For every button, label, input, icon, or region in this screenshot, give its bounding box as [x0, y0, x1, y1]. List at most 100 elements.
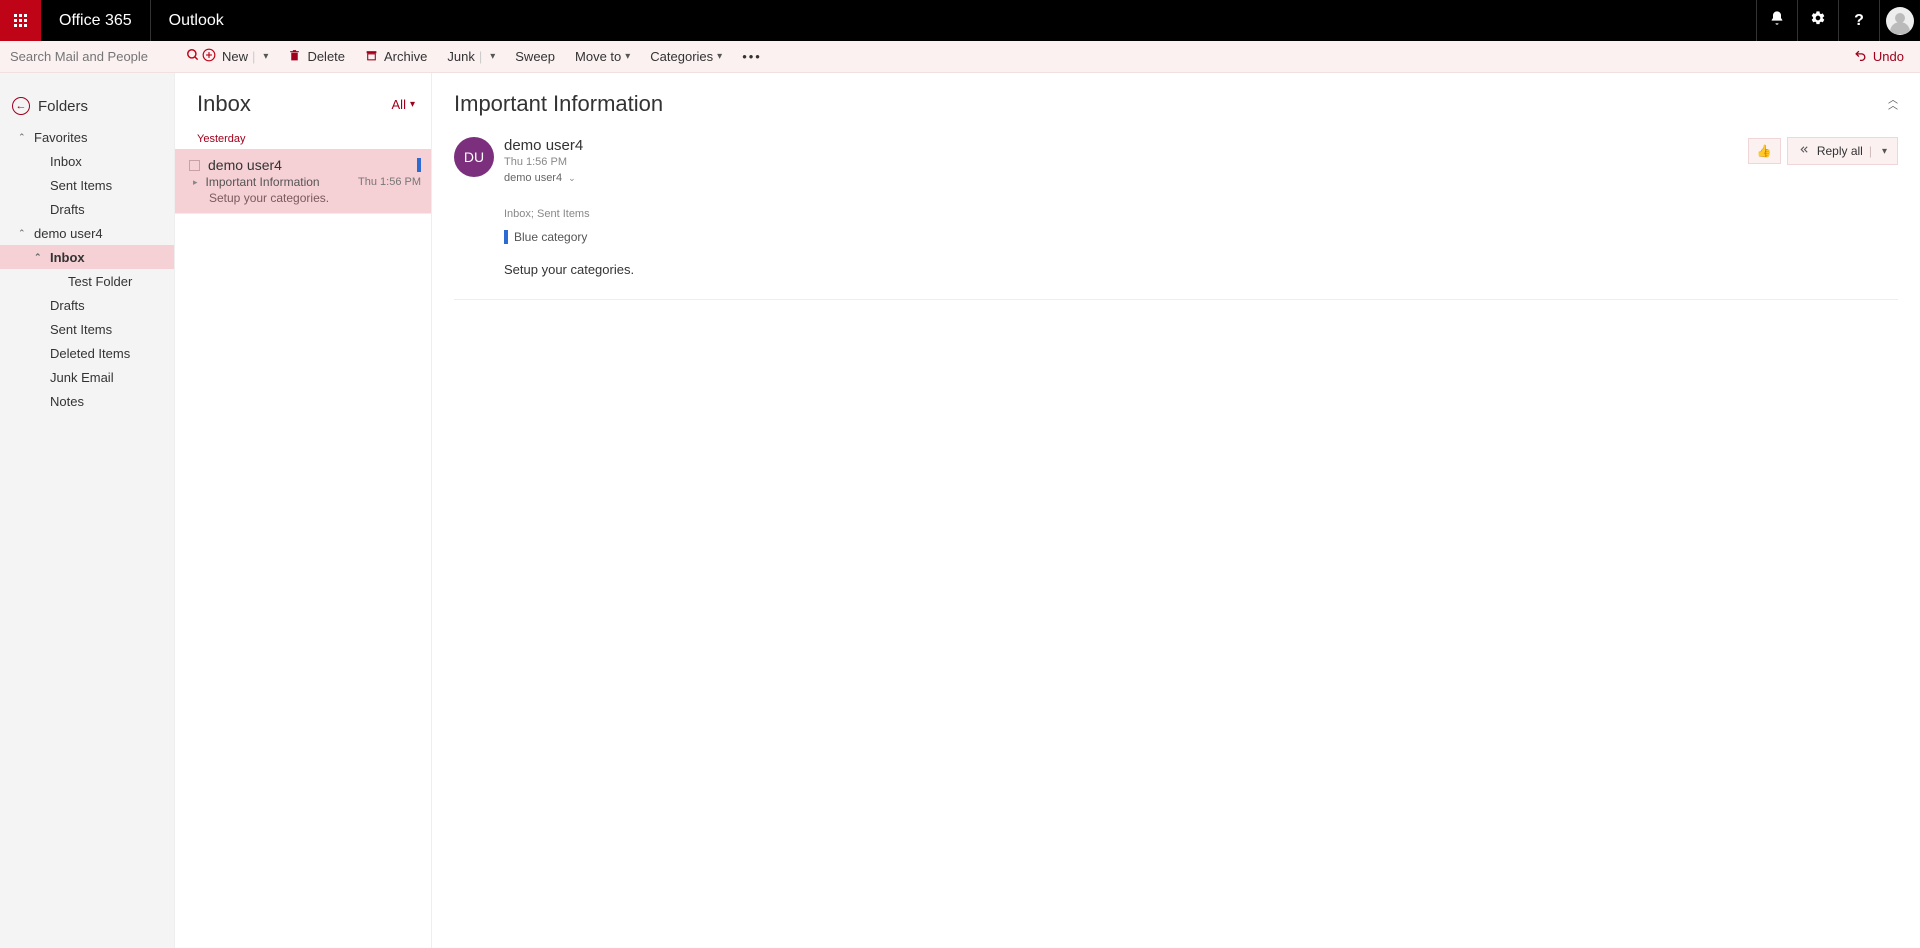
sender-time: Thu 1:56 PM	[504, 156, 1748, 168]
message-body: Setup your categories.	[504, 262, 1898, 277]
sender-name: demo user4	[504, 137, 1748, 154]
delete-button[interactable]: Delete	[278, 41, 355, 72]
waffle-icon	[14, 14, 27, 27]
main-area: ← Folders ⌃ Favorites Inbox Sent Items D…	[0, 73, 1920, 948]
help-icon: ?	[1854, 12, 1864, 30]
deleted-node[interactable]: Deleted Items	[0, 341, 174, 365]
folders-label: Folders	[38, 98, 88, 115]
drafts-node[interactable]: Drafts	[0, 293, 174, 317]
reply-all-icon	[1798, 143, 1811, 159]
recipient-name: demo user4	[504, 172, 562, 184]
app-launcher-button[interactable]	[0, 0, 41, 41]
junk-node[interactable]: Junk Email	[0, 365, 174, 389]
trash-icon	[288, 49, 301, 65]
categories-label: Categories	[650, 49, 713, 64]
back-icon: ←	[12, 97, 30, 115]
chevron-down-icon: ▾	[410, 99, 415, 110]
message-subject: Important Information	[206, 175, 358, 189]
top-bar: Office 365 Outlook ?	[0, 0, 1920, 41]
divider	[454, 299, 1898, 300]
sent-node[interactable]: Sent Items	[0, 317, 174, 341]
chevron-up-icon: ⌃	[18, 228, 30, 239]
thumbs-up-icon: 👍	[1757, 144, 1772, 158]
inbox-node[interactable]: ⌃ Inbox	[0, 245, 174, 269]
undo-button[interactable]: Undo	[1838, 49, 1920, 65]
bell-icon	[1769, 10, 1785, 31]
help-button[interactable]: ?	[1838, 0, 1879, 41]
date-group-label: Yesterday	[175, 125, 431, 149]
reading-pane: Important Information ︿︿ DU demo user4 T…	[432, 73, 1920, 948]
junk-label: Junk	[447, 49, 474, 64]
collapse-button[interactable]: ︿︿	[1888, 98, 1898, 110]
undo-icon	[1854, 49, 1867, 65]
chevron-up-icon: ⌃	[18, 132, 30, 143]
message-list: Inbox All ▾ Yesterday demo user4 ▸ Impor…	[175, 73, 432, 948]
reply-all-label: Reply all	[1817, 144, 1863, 158]
command-bar: New | ▾ Delete Archive Junk | ▾ Sweep Mo…	[0, 41, 1920, 73]
chevron-down-icon[interactable]: ▾	[1882, 146, 1887, 157]
chevron-down-icon: ▾	[625, 51, 630, 62]
recipient-line[interactable]: demo user4 ⌄	[504, 172, 1748, 184]
app-name-label[interactable]: Outlook	[151, 0, 242, 41]
moveto-button[interactable]: Move to ▾	[565, 41, 640, 72]
message-item[interactable]: demo user4 ▸ Important Information Thu 1…	[175, 149, 431, 214]
account-node[interactable]: ⌃ demo user4	[0, 221, 174, 245]
reading-title: Important Information	[454, 91, 1888, 117]
chevron-up-icon: ⌃	[34, 252, 46, 263]
category-stripe	[417, 158, 421, 172]
filter-label: All	[392, 97, 406, 112]
archive-icon	[365, 49, 378, 65]
folders-header[interactable]: ← Folders	[0, 91, 174, 125]
sender-avatar: DU	[454, 137, 494, 177]
category-label: Blue category	[514, 230, 587, 244]
plus-circle-icon	[202, 48, 216, 65]
search-input[interactable]	[10, 49, 186, 64]
undo-label: Undo	[1873, 49, 1904, 64]
chevron-down-icon[interactable]: ▾	[263, 51, 268, 62]
message-time: Thu 1:56 PM	[358, 176, 421, 188]
brand-label[interactable]: Office 365	[41, 0, 151, 41]
gear-icon	[1810, 10, 1826, 31]
folder-sidebar: ← Folders ⌃ Favorites Inbox Sent Items D…	[0, 73, 175, 948]
search-area	[0, 41, 175, 72]
sweep-button[interactable]: Sweep	[505, 41, 565, 72]
message-checkbox[interactable]	[189, 160, 200, 171]
test-folder-node[interactable]: Test Folder	[0, 269, 174, 293]
message-folders: Inbox; Sent Items	[504, 208, 1898, 220]
favorites-label: Favorites	[34, 130, 87, 145]
double-chevron-up-icon: ︿︿	[1888, 98, 1898, 110]
settings-button[interactable]	[1797, 0, 1838, 41]
junk-button[interactable]: Junk | ▾	[437, 41, 505, 72]
favorites-sent[interactable]: Sent Items	[0, 173, 174, 197]
reply-all-button[interactable]: Reply all | ▾	[1787, 137, 1898, 165]
notes-node[interactable]: Notes	[0, 389, 174, 413]
msglist-filter[interactable]: All ▾	[392, 97, 415, 112]
archive-button[interactable]: Archive	[355, 41, 437, 72]
archive-label: Archive	[384, 49, 427, 64]
chevron-down-icon: ▾	[717, 51, 722, 62]
inbox-label: Inbox	[50, 250, 85, 265]
account-label: demo user4	[34, 226, 103, 241]
category-tag[interactable]: Blue category	[504, 230, 1898, 244]
new-button[interactable]: New | ▾	[192, 41, 278, 72]
profile-button[interactable]	[1879, 0, 1920, 41]
categories-button[interactable]: Categories ▾	[640, 41, 732, 72]
more-button[interactable]: •••	[732, 41, 772, 72]
chevron-down-icon[interactable]: ▾	[490, 51, 495, 62]
like-button[interactable]: 👍	[1748, 138, 1781, 164]
category-color-icon	[504, 230, 508, 244]
notifications-button[interactable]	[1756, 0, 1797, 41]
chevron-down-icon: ⌄	[568, 173, 576, 184]
message-from: demo user4	[208, 157, 417, 173]
favorites-drafts[interactable]: Drafts	[0, 197, 174, 221]
avatar-icon	[1886, 7, 1914, 35]
favorites-inbox[interactable]: Inbox	[0, 149, 174, 173]
ellipsis-icon: •••	[742, 49, 762, 64]
moveto-label: Move to	[575, 49, 621, 64]
expand-icon[interactable]: ▸	[193, 177, 198, 188]
message-preview: Setup your categories.	[189, 191, 421, 205]
new-label: New	[222, 49, 248, 64]
favorites-node[interactable]: ⌃ Favorites	[0, 125, 174, 149]
msglist-title: Inbox	[197, 91, 251, 117]
sweep-label: Sweep	[515, 49, 555, 64]
